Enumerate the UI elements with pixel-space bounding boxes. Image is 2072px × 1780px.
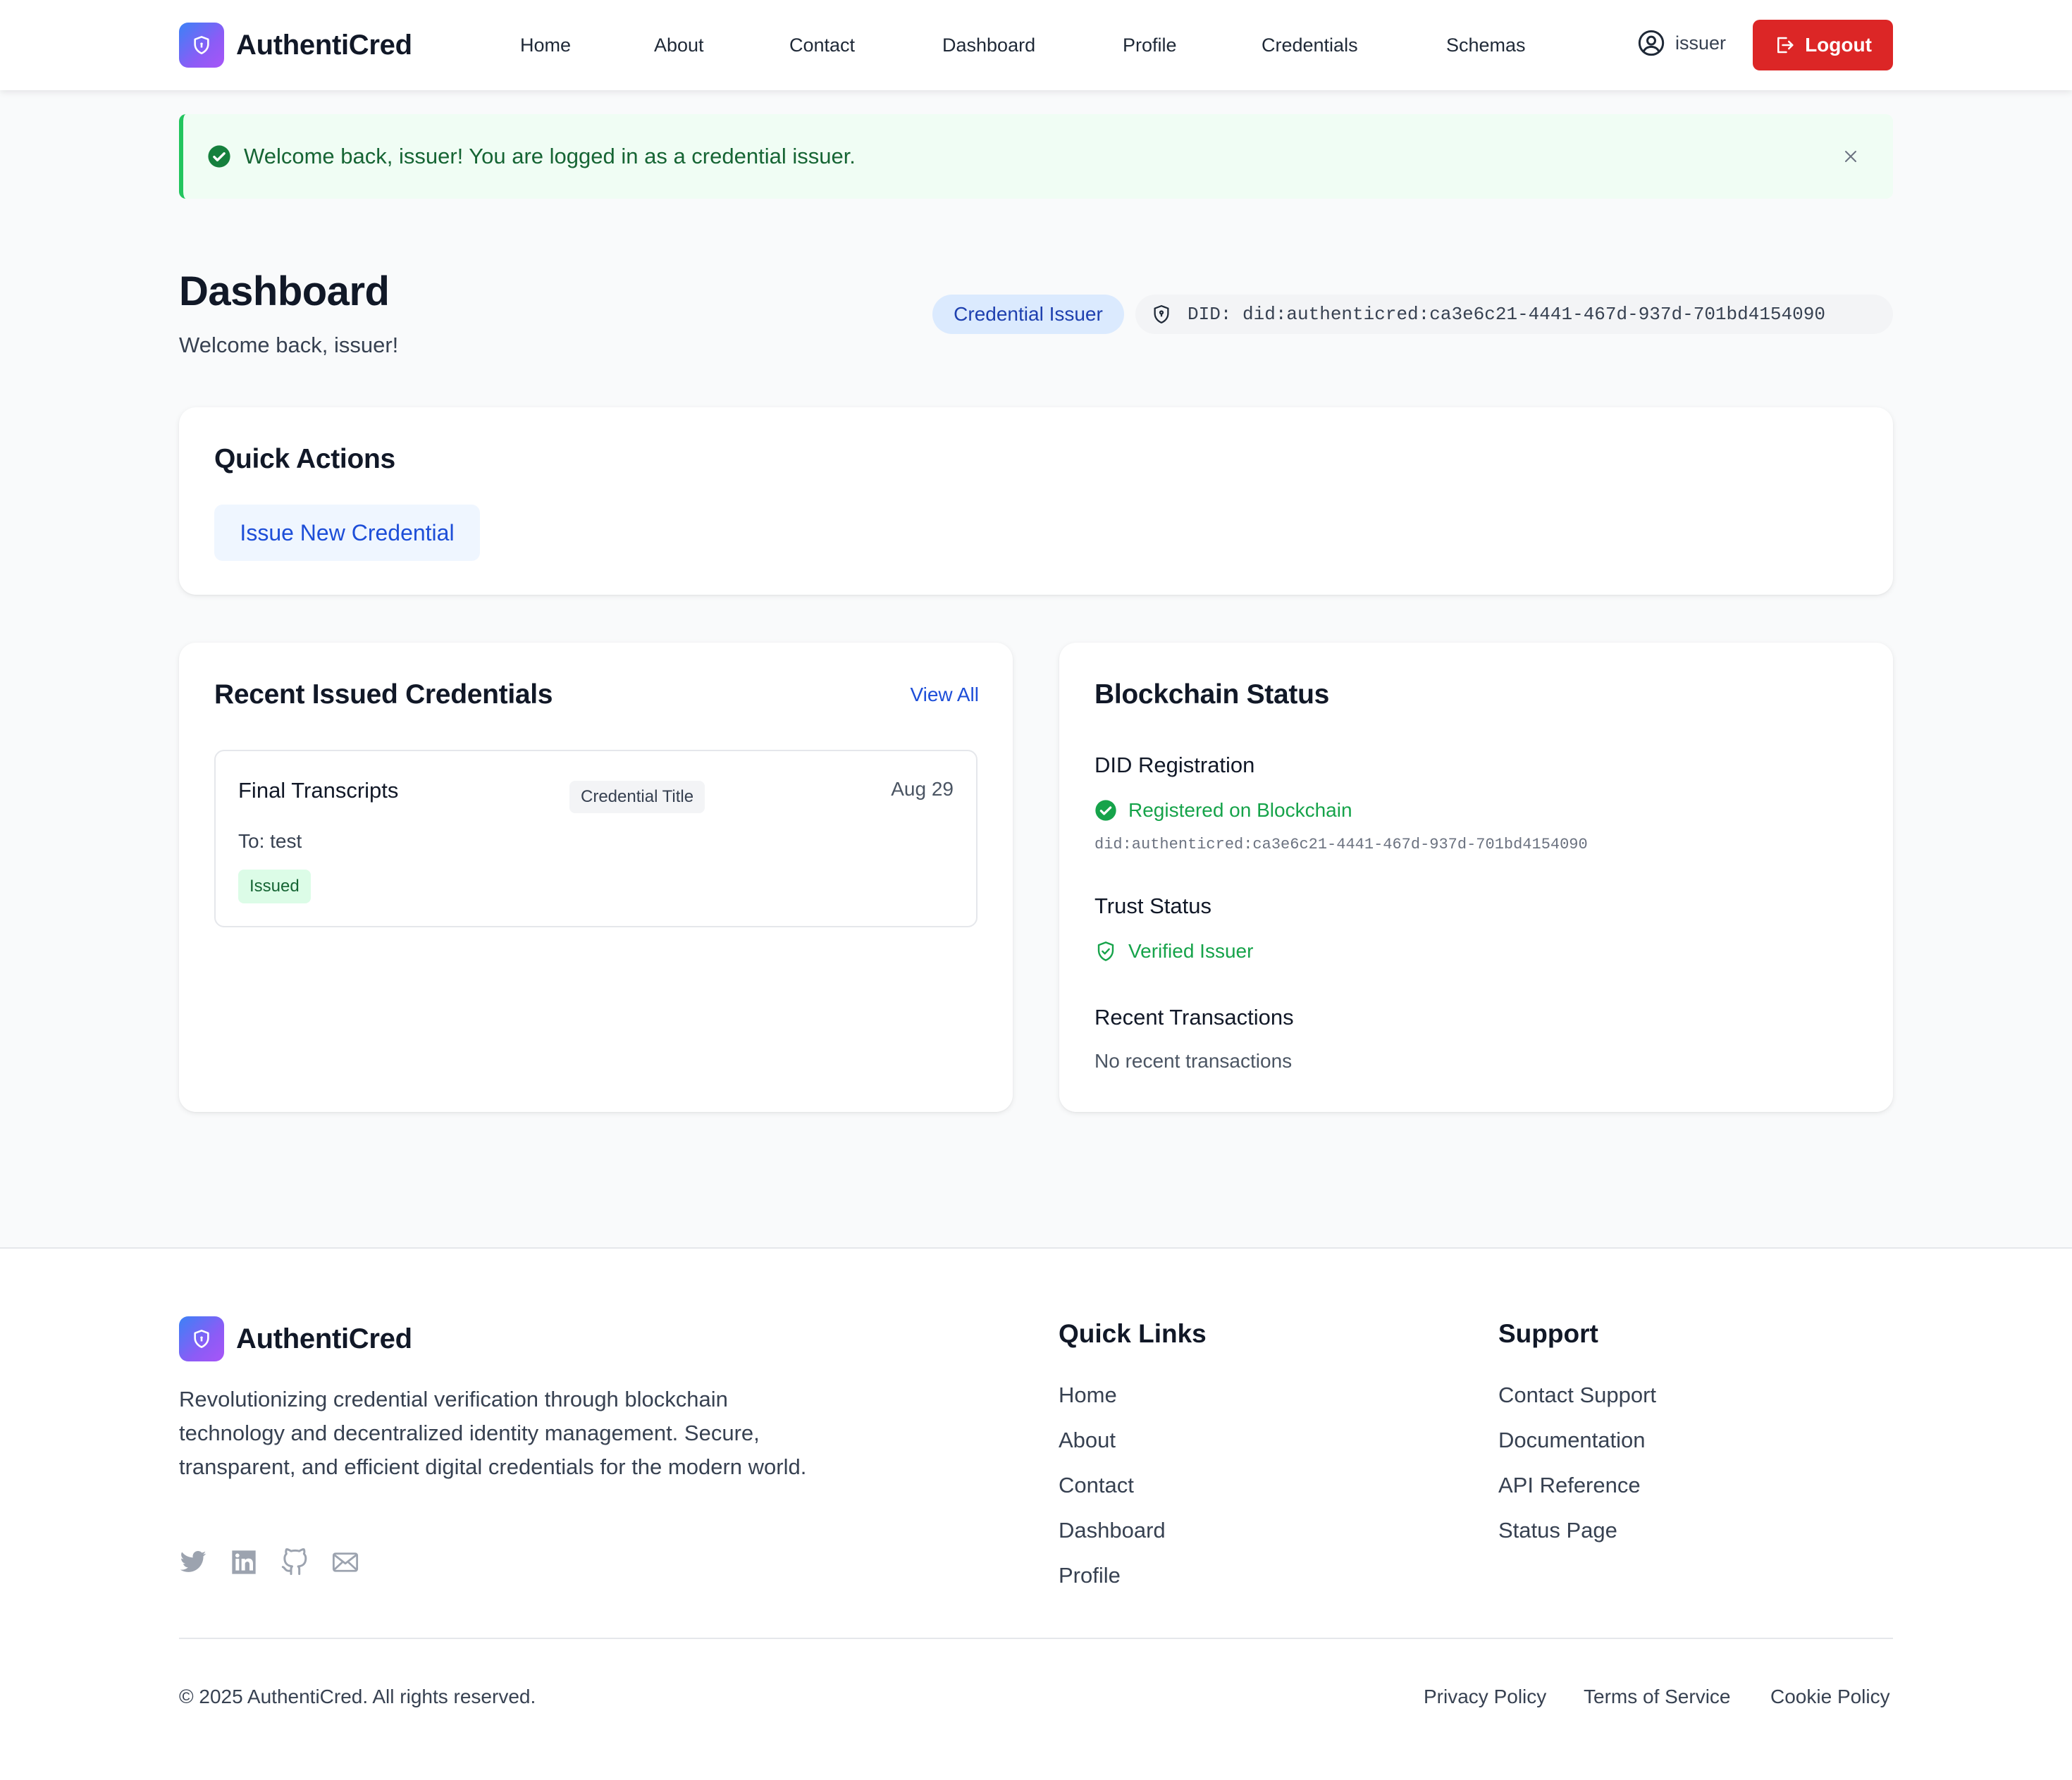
page-title: Dashboard: [179, 268, 390, 314]
twitter-icon[interactable]: [178, 1547, 208, 1577]
nav-credentials[interactable]: Credentials: [1262, 32, 1358, 58]
footer-link-documentation[interactable]: Documentation: [1498, 1428, 1646, 1453]
user-name: issuer: [1675, 32, 1727, 54]
brand-link[interactable]: AuthentiCred: [179, 23, 412, 68]
support-title: Support: [1498, 1319, 1598, 1348]
cookie-policy-link[interactable]: Cookie Policy: [1770, 1686, 1890, 1708]
footer: AuthentiCred Revolutionizing credential …: [0, 1247, 2072, 1780]
credential-title: Final Transcripts: [238, 778, 399, 803]
trust-status-label: Trust Status: [1094, 894, 1211, 918]
check-circle-icon: [1095, 800, 1116, 821]
did-status-text: Registered on Blockchain: [1128, 799, 1352, 821]
nav-dashboard[interactable]: Dashboard: [942, 32, 1035, 58]
recent-transactions-label: Recent Transactions: [1094, 1005, 1294, 1030]
linkedin-icon[interactable]: [229, 1547, 259, 1577]
role-badge: Credential Issuer: [932, 295, 1124, 334]
logout-icon: [1777, 37, 1794, 54]
footer-link-api-reference[interactable]: API Reference: [1498, 1473, 1641, 1498]
alert-message: Welcome back, issuer! You are logged in …: [244, 144, 856, 168]
footer-brand-name: AuthentiCred: [236, 1323, 412, 1354]
check-circle-icon: [208, 145, 230, 168]
footer-link-profile[interactable]: Profile: [1059, 1563, 1121, 1588]
blockchain-status-title: Blockchain Status: [1094, 679, 1329, 710]
mail-icon[interactable]: [331, 1547, 360, 1577]
user-circle-icon: [1638, 30, 1665, 56]
close-alert-button[interactable]: [1837, 142, 1865, 171]
trust-status-text: Verified Issuer: [1128, 940, 1254, 962]
footer-link-contact-support[interactable]: Contact Support: [1498, 1383, 1656, 1408]
quick-actions-card: Quick Actions Issue New Credential: [179, 407, 1893, 595]
did-pill: DID: did:authenticred:ca3e6c21-4441-467d…: [1135, 295, 1893, 334]
credential-recipient: To: test: [238, 830, 302, 852]
footer-link-status-page[interactable]: Status Page: [1498, 1518, 1617, 1543]
shield-check-icon: [1097, 941, 1114, 961]
blockchain-status-card: Blockchain Status DID Registration Regis…: [1059, 643, 1893, 1112]
terms-of-service-link[interactable]: Terms of Service: [1584, 1686, 1731, 1708]
welcome-alert: Welcome back, issuer! You are logged in …: [179, 114, 1893, 199]
issue-new-credential-button[interactable]: Issue New Credential: [214, 505, 480, 561]
view-all-link[interactable]: View All: [910, 684, 979, 706]
credential-list-item[interactable]: Final Transcripts Credential Title Aug 2…: [214, 750, 978, 927]
footer-link-contact[interactable]: Contact: [1059, 1473, 1134, 1498]
recent-credentials-title: Recent Issued Credentials: [214, 679, 553, 710]
shield-icon: [1154, 305, 1169, 323]
footer-link-home[interactable]: Home: [1059, 1383, 1117, 1408]
quick-links-title: Quick Links: [1059, 1319, 1207, 1348]
nav-about[interactable]: About: [654, 32, 704, 58]
footer-link-about[interactable]: About: [1059, 1428, 1116, 1453]
quick-actions-title: Quick Actions: [214, 444, 395, 474]
footer-link-dashboard[interactable]: Dashboard: [1059, 1518, 1166, 1543]
nav-profile[interactable]: Profile: [1123, 32, 1177, 58]
blockchain-did-value: did:authenticred:ca3e6c21-4441-467d-937d…: [1094, 836, 1588, 853]
copyright: © 2025 AuthentiCred. All rights reserved…: [179, 1686, 536, 1707]
navbar: AuthentiCred Home About Contact Dashboar…: [0, 0, 2072, 90]
page-subtitle: Welcome back, issuer!: [179, 333, 399, 357]
shield-logo-icon: [179, 1316, 224, 1361]
did-value: DID: did:authenticred:ca3e6c21-4441-467d…: [1188, 304, 1825, 325]
footer-brand[interactable]: AuthentiCred: [179, 1316, 412, 1361]
footer-description: Revolutionizing credential verification …: [179, 1387, 807, 1479]
nav-contact[interactable]: Contact: [789, 32, 855, 58]
brand-name: AuthentiCred: [236, 29, 412, 61]
close-icon: [1845, 151, 1856, 162]
credential-date: Aug 29: [891, 778, 954, 800]
did-registration-status: Registered on Blockchain: [1094, 799, 1352, 822]
logout-label: Logout: [1805, 34, 1872, 56]
trust-status: Verified Issuer: [1094, 940, 1253, 963]
credential-type-tag: Credential Title: [569, 781, 705, 813]
shield-logo-icon: [179, 23, 224, 68]
github-icon[interactable]: [280, 1547, 309, 1577]
privacy-policy-link[interactable]: Privacy Policy: [1424, 1686, 1546, 1708]
nav-schemas[interactable]: Schemas: [1446, 32, 1526, 58]
logout-button[interactable]: Logout: [1753, 20, 1893, 70]
recent-credentials-card: Recent Issued Credentials View All Final…: [179, 643, 1013, 1112]
did-registration-label: DID Registration: [1094, 753, 1255, 777]
nav-home[interactable]: Home: [520, 32, 571, 58]
credential-status-badge: Issued: [238, 870, 311, 903]
footer-divider: [179, 1638, 1893, 1639]
user-menu[interactable]: issuer: [1637, 29, 1726, 57]
no-transactions-text: No recent transactions: [1094, 1050, 1293, 1072]
